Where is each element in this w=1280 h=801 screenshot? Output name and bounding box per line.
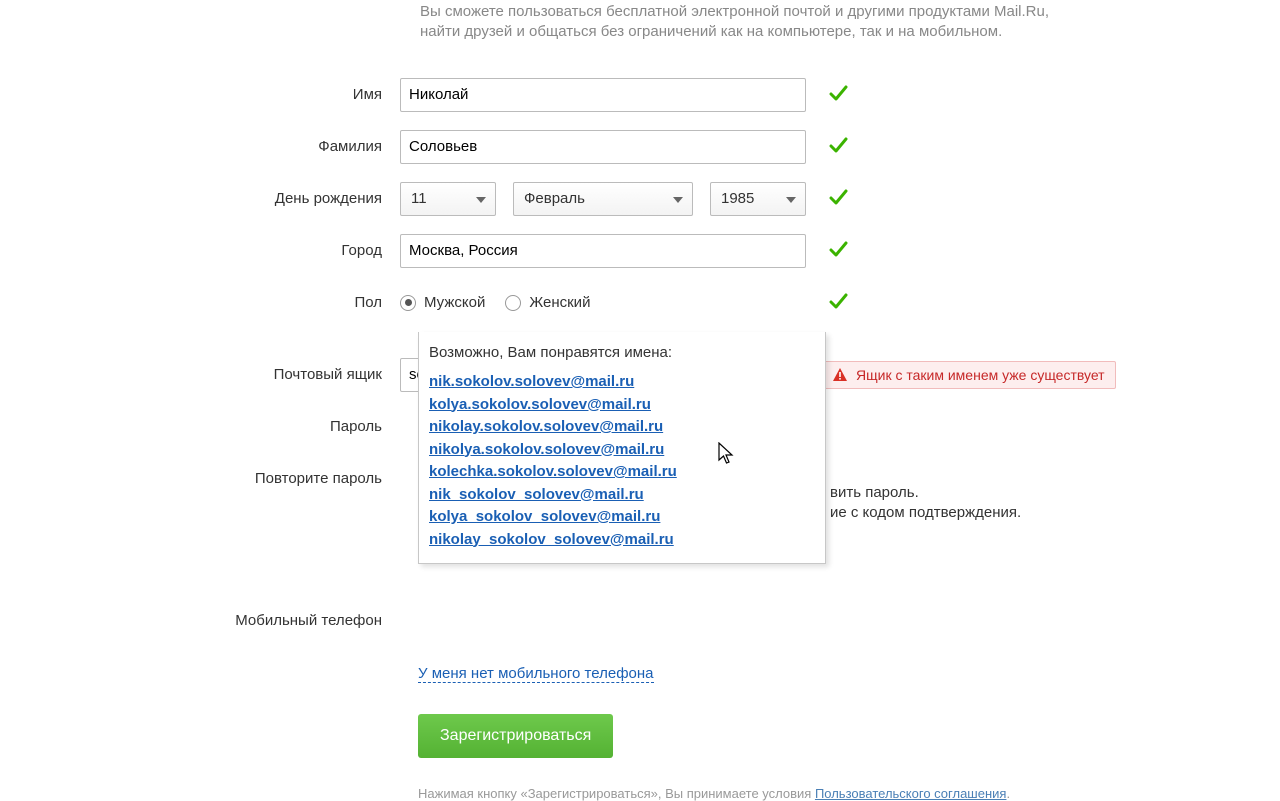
- suggestions-title: Возможно, Вам понравятся имена:: [429, 344, 815, 361]
- gender-female-radio[interactable]: Женский: [505, 294, 590, 311]
- last-name-input[interactable]: [400, 130, 806, 164]
- label-birthday: День рождения: [0, 190, 400, 207]
- check-icon: [828, 291, 848, 315]
- gender-female-label: Женский: [529, 294, 590, 311]
- gender-male-radio[interactable]: Мужской: [400, 294, 485, 311]
- phone-hint-text: вить пароль. ие с кодом подтверждения.: [830, 483, 1170, 522]
- label-first-name: Имя: [0, 86, 400, 103]
- suggestion-item[interactable]: kolya_sokolov_solovev@mail.ru: [429, 506, 660, 529]
- label-last-name: Фамилия: [0, 138, 400, 155]
- label-password-repeat: Повторите пароль: [0, 470, 400, 487]
- warning-icon: [832, 367, 848, 383]
- label-mobile: Мобильный телефон: [0, 612, 400, 629]
- suggestion-item[interactable]: kolya.sokolov.solovev@mail.ru: [429, 394, 651, 417]
- birthday-day-select[interactable]: 11: [400, 182, 496, 216]
- birthday-month-select[interactable]: Февраль: [513, 182, 693, 216]
- label-city: Город: [0, 242, 400, 259]
- label-mailbox: Почтовый ящик: [0, 366, 400, 383]
- first-name-input[interactable]: [400, 78, 806, 112]
- suggestion-item[interactable]: nikolay.sokolov.solovev@mail.ru: [429, 416, 663, 439]
- radio-icon: [505, 295, 521, 311]
- suggestion-item[interactable]: nikolya.sokolov.solovev@mail.ru: [429, 439, 664, 462]
- label-password: Пароль: [0, 418, 400, 435]
- tos-link[interactable]: Пользовательского соглашения: [815, 786, 1007, 801]
- intro-text: Вы сможете пользоваться бесплатной элект…: [420, 2, 1070, 43]
- tos-text: Нажимая кнопку «Зарегистрироваться», Вы …: [418, 786, 1280, 801]
- check-icon: [828, 83, 848, 107]
- suggestion-item[interactable]: nik_sokolov_solovev@mail.ru: [429, 484, 644, 507]
- check-icon: [828, 135, 848, 159]
- check-icon: [828, 239, 848, 263]
- radio-icon: [400, 295, 416, 311]
- check-icon: [828, 187, 848, 211]
- suggestion-item[interactable]: nik.sokolov.solovev@mail.ru: [429, 371, 634, 394]
- label-gender: Пол: [0, 294, 400, 311]
- city-input[interactable]: [400, 234, 806, 268]
- birthday-year-select[interactable]: 1985: [710, 182, 806, 216]
- suggestion-item[interactable]: nikolay_sokolov_solovev@mail.ru: [429, 529, 674, 552]
- suggestion-item[interactable]: kolechka.sokolov.solovev@mail.ru: [429, 461, 677, 484]
- gender-male-label: Мужской: [424, 294, 485, 311]
- mailbox-suggestions-dropdown: Возможно, Вам понравятся имена: nik.soko…: [418, 332, 826, 564]
- no-phone-link[interactable]: У меня нет мобильного телефона: [418, 665, 1280, 682]
- mailbox-error-text: Ящик с таким именем уже существует: [856, 367, 1105, 383]
- register-button[interactable]: Зарегистрироваться: [418, 714, 613, 758]
- mailbox-error: Ящик с таким именем уже существует: [823, 361, 1116, 389]
